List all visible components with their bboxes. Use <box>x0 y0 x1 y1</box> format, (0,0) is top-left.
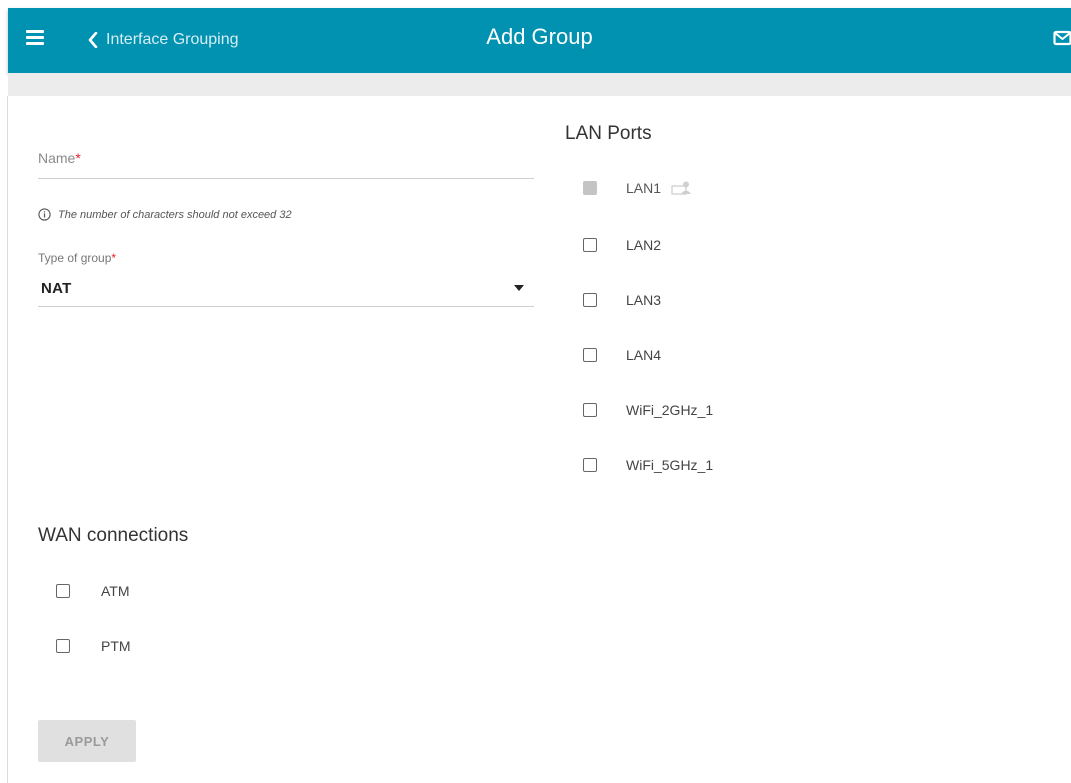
name-hint: The number of characters should not exce… <box>38 208 292 221</box>
checkbox[interactable] <box>583 348 597 362</box>
page-title: Add Group <box>486 24 593 49</box>
lan-port-label: LAN4 <box>626 347 662 363</box>
name-field-label[interactable]: Name* <box>38 150 81 166</box>
wan-connections-title: WAN connections <box>38 525 189 546</box>
lan-port-lan3[interactable]: LAN3 <box>583 288 661 312</box>
top-bar: Interface Grouping Add Group <box>8 8 1071 73</box>
name-field-label-text: Name <box>38 150 76 166</box>
checkbox-disabled <box>583 181 597 195</box>
connected-device-icon <box>671 181 693 195</box>
lan-port-label: LAN3 <box>626 292 662 308</box>
lan-port-lan4[interactable]: LAN4 <box>583 343 661 367</box>
hint-text: The number of characters should not exce… <box>58 208 292 221</box>
lan-port-label: LAN2 <box>626 237 662 253</box>
apply-button[interactable]: APPLY <box>38 720 136 762</box>
checkbox[interactable] <box>583 403 597 417</box>
lan-port-wifi-5ghz[interactable]: WiFi_5GHz_1 <box>583 453 713 477</box>
wan-connection-atm[interactable]: ATM <box>56 579 130 603</box>
wan-connection-label: ATM <box>101 583 130 599</box>
lan-port-wifi-2ghz[interactable]: WiFi_2GHz_1 <box>583 398 713 422</box>
lan-port-lan2[interactable]: LAN2 <box>583 233 661 257</box>
required-mark: * <box>75 150 81 166</box>
mail-icon[interactable] <box>1053 30 1071 46</box>
lan-port-label: WiFi_5GHz_1 <box>626 457 714 473</box>
lan-port-lan1: LAN1 <box>583 176 693 200</box>
group-type-label: Type of group* <box>38 251 116 265</box>
content-left-border <box>7 96 8 783</box>
group-type-label-text: Type of group <box>38 251 112 265</box>
lan-port-label: WiFi_2GHz_1 <box>626 402 714 418</box>
required-mark: * <box>111 251 117 265</box>
checkbox[interactable] <box>583 238 597 252</box>
checkbox[interactable] <box>583 293 597 307</box>
lan-port-label: LAN1 <box>626 180 662 196</box>
name-field-underline <box>38 178 534 179</box>
checkbox[interactable] <box>56 584 70 598</box>
lan-ports-title: LAN Ports <box>565 123 652 144</box>
header-shadow-strip <box>8 73 1071 96</box>
wan-connection-ptm[interactable]: PTM <box>56 634 131 658</box>
group-type-select[interactable] <box>38 270 534 306</box>
info-icon <box>38 208 51 221</box>
checkbox[interactable] <box>583 458 597 472</box>
group-type-underline <box>38 306 534 307</box>
wan-connection-label: PTM <box>101 638 131 654</box>
checkbox[interactable] <box>56 639 70 653</box>
